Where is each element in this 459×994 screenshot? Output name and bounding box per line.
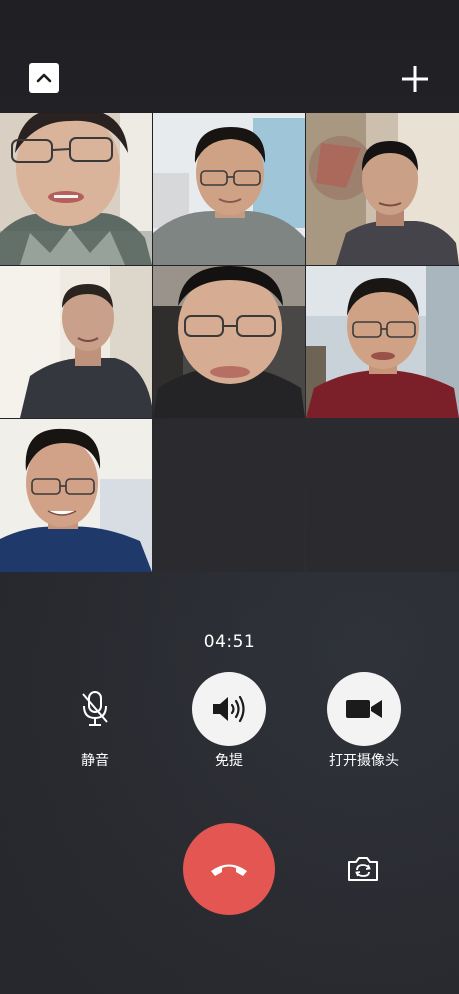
hangup-button[interactable] bbox=[183, 823, 275, 915]
switch-camera-button[interactable] bbox=[345, 853, 381, 885]
camera-toggle-button[interactable]: 打开摄像头 bbox=[304, 672, 424, 770]
camera-icon-container bbox=[327, 672, 401, 746]
add-participant-button[interactable] bbox=[400, 64, 430, 94]
camera-switch-icon bbox=[348, 857, 378, 881]
call-timer: 04:51 bbox=[203, 632, 256, 652]
participant-video-4[interactable] bbox=[0, 266, 152, 418]
mute-label: 静音 bbox=[81, 753, 109, 769]
participant-video-2[interactable] bbox=[153, 113, 305, 265]
speaker-label: 免提 bbox=[215, 753, 243, 769]
participant-video-3[interactable] bbox=[306, 113, 459, 265]
participant-video-1[interactable] bbox=[0, 113, 152, 265]
video-call-screen: 04:51 静音 免提 打开摄像头 bbox=[0, 0, 459, 994]
empty-video-slot bbox=[306, 419, 459, 572]
speaker-icon bbox=[213, 695, 245, 723]
video-grid bbox=[0, 113, 459, 572]
mute-icon-container bbox=[58, 672, 132, 746]
empty-video-slot bbox=[153, 419, 305, 572]
participant-video-5[interactable] bbox=[153, 266, 305, 418]
participant-video-6[interactable] bbox=[306, 266, 459, 418]
minimize-button[interactable] bbox=[29, 63, 59, 93]
phone-hangup-icon bbox=[211, 864, 247, 876]
video-camera-icon bbox=[346, 700, 382, 718]
participant-video-7[interactable] bbox=[0, 419, 152, 572]
plus-icon bbox=[402, 66, 428, 92]
camera-label: 打开摄像头 bbox=[329, 753, 399, 769]
speaker-icon-container bbox=[192, 672, 266, 746]
mute-button[interactable]: 静音 bbox=[35, 672, 155, 770]
chevron-up-icon bbox=[36, 73, 52, 83]
speaker-button[interactable]: 免提 bbox=[169, 672, 289, 770]
microphone-off-icon bbox=[82, 691, 108, 726]
